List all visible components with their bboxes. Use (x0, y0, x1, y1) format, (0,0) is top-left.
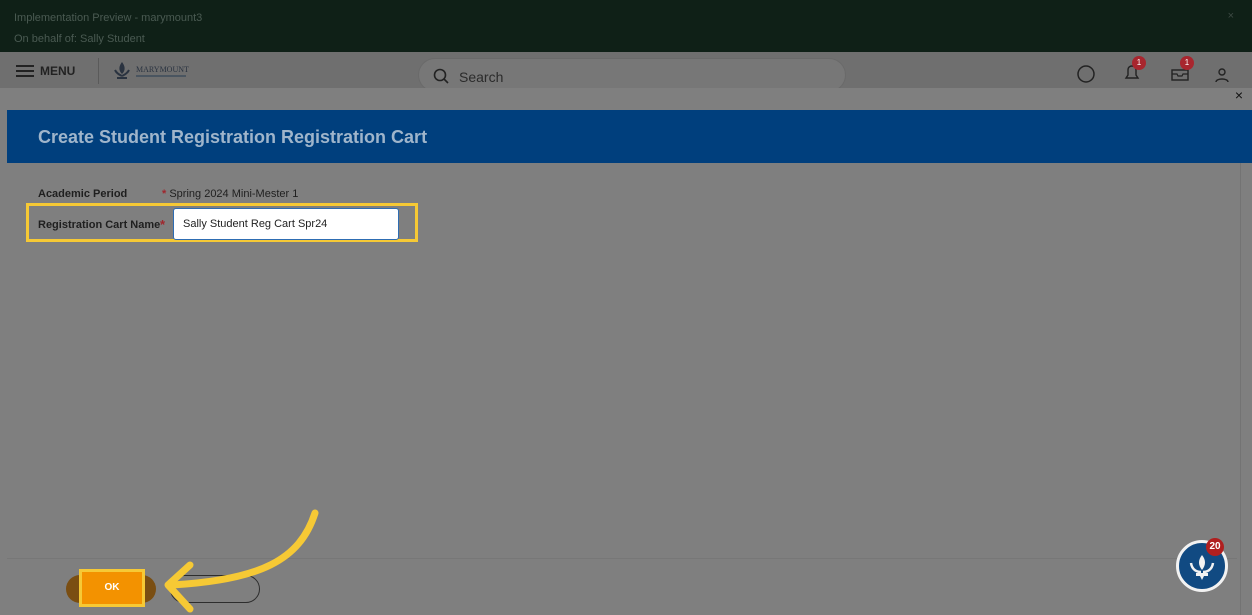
environment-banner: Implementation Preview - marymount3 On b… (0, 0, 1252, 52)
required-indicator: * (162, 188, 167, 200)
search-bar[interactable]: Search (418, 58, 846, 92)
fleur-de-lis-icon (1189, 555, 1215, 580)
academic-period-text: Spring 2024 Mini-Mester 1 (169, 188, 299, 200)
top-navigation: MENU MARYMOUNT Search 1 1 (0, 52, 1252, 92)
ok-button[interactable]: OK (79, 569, 145, 607)
search-label: Search (459, 69, 504, 85)
registration-cart-name-label: Registration Cart Name (38, 219, 161, 231)
academic-period-value: * Spring 2024 Mini-Mester 1 (162, 188, 298, 200)
environment-label: Implementation Preview - marymount3 (14, 12, 203, 24)
assistant-badge: 20 (1206, 538, 1224, 556)
marymount-logo[interactable]: MARYMOUNT (112, 58, 202, 86)
modal-header: Create Student Registration Registration… (7, 110, 1252, 163)
nav-divider (98, 58, 99, 84)
profile-icon[interactable] (1210, 60, 1234, 84)
menu-label: MENU (40, 64, 76, 78)
hamburger-icon (16, 65, 34, 77)
notifications-button[interactable]: 1 (1120, 56, 1150, 86)
scrollbar[interactable] (1240, 163, 1241, 615)
on-behalf-label: On behalf of: Sally Student (14, 33, 145, 45)
modal-close-icon[interactable]: × (1232, 88, 1246, 102)
svg-text:MARYMOUNT: MARYMOUNT (136, 65, 189, 74)
academic-period-label: Academic Period (38, 188, 128, 200)
page-title: Create Student Registration Registration… (38, 127, 428, 147)
registration-cart-name-input[interactable] (173, 208, 399, 240)
banner-close-icon[interactable]: × (1228, 10, 1234, 22)
inbox-badge: 1 (1180, 56, 1194, 70)
menu-button[interactable]: MENU (16, 60, 75, 82)
required-indicator: * (160, 217, 166, 232)
pointer-arrow-icon (164, 509, 319, 613)
notifications-badge: 1 (1132, 56, 1146, 70)
inbox-button[interactable]: 1 (1168, 56, 1198, 86)
chat-icon[interactable] (1074, 60, 1098, 84)
search-icon (433, 68, 449, 84)
